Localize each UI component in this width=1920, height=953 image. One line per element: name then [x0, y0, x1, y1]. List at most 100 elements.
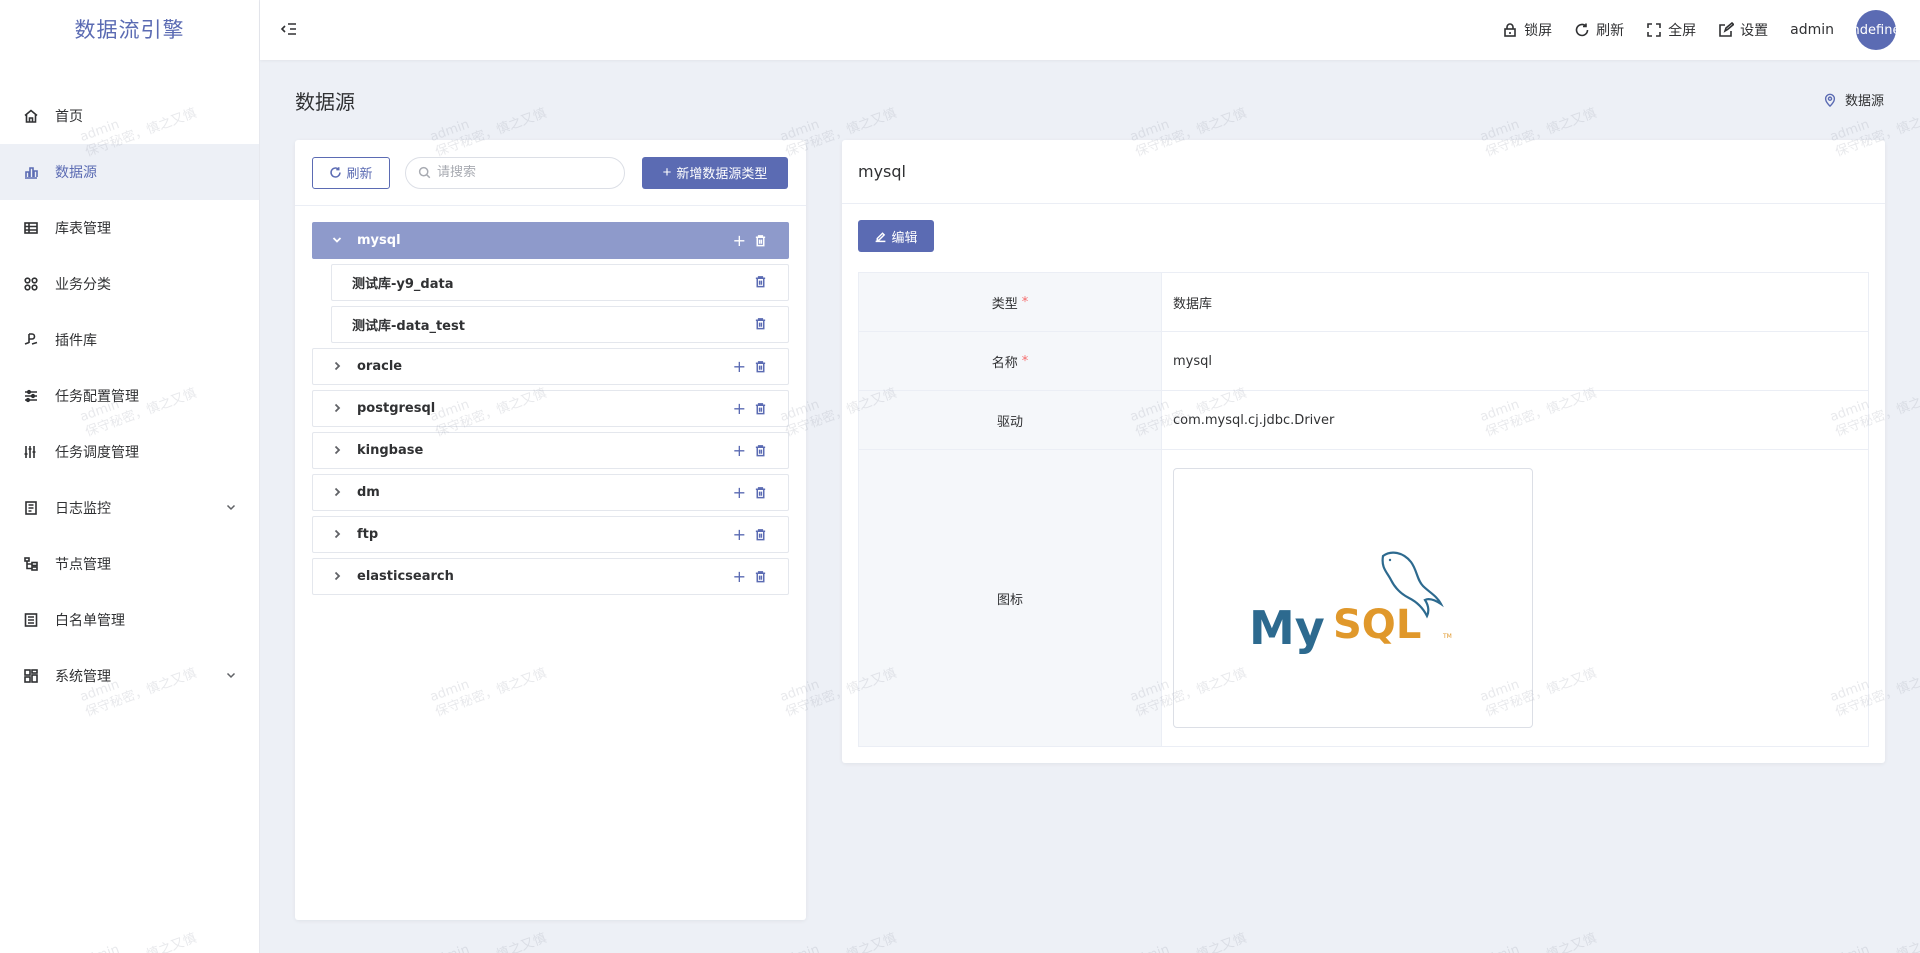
- sidebar-item-tables[interactable]: 库表管理: [0, 200, 259, 256]
- mysql-logo-tm: TM: [1442, 633, 1452, 640]
- breadcrumb-item[interactable]: 数据源: [1845, 90, 1884, 109]
- add-datasource-icon[interactable]: +: [733, 401, 746, 417]
- search-box: [405, 156, 625, 189]
- sidebar-item-whitelist[interactable]: 白名单管理: [0, 592, 259, 648]
- tree-node-label: postgresql: [357, 401, 436, 416]
- tree-node-label: oracle: [357, 359, 403, 374]
- tree-node-actions: +: [733, 569, 768, 585]
- tree-node-kingbase[interactable]: kingbase +: [312, 432, 789, 469]
- table-icon: [22, 219, 40, 237]
- add-datasource-type-label: 新增数据源类型: [676, 166, 768, 181]
- header-actions: 锁屏 刷新 全屏 设置 admin undefined: [1480, 0, 1896, 60]
- settings-button[interactable]: 设置: [1718, 20, 1768, 40]
- sidebar-item-plugins[interactable]: 插件库: [0, 312, 259, 368]
- lock-icon: [1504, 23, 1516, 37]
- sidebar-item-nodes[interactable]: 节点管理: [0, 536, 259, 592]
- watermark: admin保守秘密，慎之又慎: [1128, 916, 1249, 953]
- add-datasource-icon[interactable]: +: [733, 443, 746, 459]
- required-mark: *: [1021, 294, 1029, 310]
- sliders-icon: [22, 387, 40, 405]
- add-datasource-icon[interactable]: +: [733, 569, 746, 585]
- tree-node-child[interactable]: 测试库-y9_data: [331, 264, 789, 301]
- chevron-right-icon[interactable]: [331, 360, 345, 374]
- sidebar-item-category[interactable]: 业务分类: [0, 256, 259, 312]
- chevron-right-icon[interactable]: [331, 402, 345, 416]
- sidebar-item-log-monitor[interactable]: 日志监控: [0, 480, 259, 536]
- tree-node-actions: +: [733, 527, 768, 543]
- datasource-tree: mysql + 测试库-y9_data 测试库-data_test oracle…: [295, 206, 806, 595]
- log-icon: [22, 499, 40, 517]
- schedule-icon: [22, 443, 40, 461]
- tree-node-postgresql[interactable]: postgresql +: [312, 390, 789, 427]
- sidebar-item-datasource[interactable]: 数据源: [0, 144, 259, 200]
- tree-node-label: mysql: [357, 233, 401, 248]
- settings-label: 设置: [1740, 23, 1769, 39]
- tree-node-mysql[interactable]: mysql +: [312, 222, 789, 259]
- sidebar-item-label: 首页: [55, 109, 83, 125]
- avatar[interactable]: undefined: [1856, 10, 1896, 50]
- sidebar-item-label: 数据源: [55, 165, 97, 181]
- add-datasource-icon[interactable]: +: [733, 527, 746, 543]
- home-icon: [22, 107, 40, 125]
- detail-row-icon: 图标 My SQL TM: [859, 450, 1868, 746]
- datasource-detail-panel: mysql 编辑 类型 * 数据库 名称 * mysql 驱动 com.mysql.…: [842, 140, 1885, 763]
- tree-node-actions: +: [733, 485, 768, 501]
- collapse-sidebar-icon[interactable]: [280, 20, 300, 40]
- sidebar-item-label: 业务分类: [55, 277, 111, 293]
- add-datasource-icon[interactable]: +: [733, 359, 746, 375]
- trash-icon[interactable]: [754, 528, 768, 542]
- datasource-tree-panel: 刷新 + 新增数据源类型 mysql + 测试库-y9_data: [295, 140, 806, 920]
- mysql-logo-text-sql: SQL: [1333, 602, 1421, 648]
- trash-icon[interactable]: [754, 360, 768, 374]
- sidebar-item-label: 任务调度管理: [55, 445, 139, 461]
- trash-icon[interactable]: [754, 486, 768, 500]
- refresh-page-button[interactable]: 刷新: [1574, 20, 1624, 40]
- trash-icon[interactable]: [754, 317, 768, 331]
- refresh-tree-button[interactable]: 刷新: [312, 156, 390, 189]
- add-datasource-icon[interactable]: +: [733, 485, 746, 501]
- tree-node-ftp[interactable]: ftp +: [312, 516, 789, 553]
- tree-node-child[interactable]: 测试库-data_test: [331, 306, 789, 343]
- chevron-right-icon[interactable]: [331, 486, 345, 500]
- add-datasource-type-button[interactable]: + 新增数据源类型: [642, 156, 788, 189]
- trash-icon[interactable]: [754, 234, 768, 248]
- trash-icon[interactable]: [754, 275, 768, 289]
- sidebar-item-task-config[interactable]: 任务配置管理: [0, 368, 259, 424]
- sidebar-item-label: 日志监控: [55, 501, 111, 517]
- tree-node-label: ftp: [357, 527, 379, 542]
- sidebar-item-system[interactable]: 系统管理: [0, 648, 259, 704]
- chevron-right-icon[interactable]: [331, 570, 345, 584]
- tree-node-label: 测试库-y9_data: [352, 277, 454, 292]
- search-input[interactable]: [437, 165, 607, 180]
- tree-node-label: dm: [357, 485, 380, 500]
- detail-value: 数据库: [1173, 296, 1213, 312]
- sidebar-item-task-schedule[interactable]: 任务调度管理: [0, 424, 259, 480]
- tree-node-dm[interactable]: dm +: [312, 474, 789, 511]
- chevron-right-icon[interactable]: [331, 528, 345, 542]
- tree-node-oracle[interactable]: oracle +: [312, 348, 789, 385]
- chevron-down-icon: [225, 501, 237, 513]
- detail-value: My SQL TM: [1162, 450, 1868, 746]
- detail-row-type: 类型 * 数据库: [859, 273, 1868, 332]
- refresh-icon: [330, 167, 342, 178]
- detail-label-text: 名称: [991, 355, 1018, 371]
- list-icon: [22, 611, 40, 629]
- trash-icon[interactable]: [754, 444, 768, 458]
- refresh-tree-label: 刷新: [346, 166, 373, 181]
- chart-icon: [22, 163, 40, 181]
- trash-icon[interactable]: [754, 402, 768, 416]
- edit-button[interactable]: 编辑: [858, 220, 934, 252]
- lock-screen-button[interactable]: 锁屏: [1502, 20, 1552, 40]
- add-datasource-icon[interactable]: +: [733, 233, 746, 249]
- chevron-right-icon[interactable]: [331, 444, 345, 458]
- sidebar-item-home[interactable]: 首页: [0, 88, 259, 144]
- fullscreen-button[interactable]: 全屏: [1646, 20, 1696, 40]
- username[interactable]: admin: [1790, 22, 1834, 38]
- system-icon: [22, 667, 40, 685]
- trash-icon[interactable]: [754, 570, 768, 584]
- tree-node-elasticsearch[interactable]: elasticsearch +: [312, 558, 789, 595]
- detail-label: 驱动: [859, 391, 1162, 449]
- tree-node-actions: +: [733, 401, 768, 417]
- sidebar-item-label: 节点管理: [55, 557, 111, 573]
- chevron-down-icon[interactable]: [331, 234, 345, 248]
